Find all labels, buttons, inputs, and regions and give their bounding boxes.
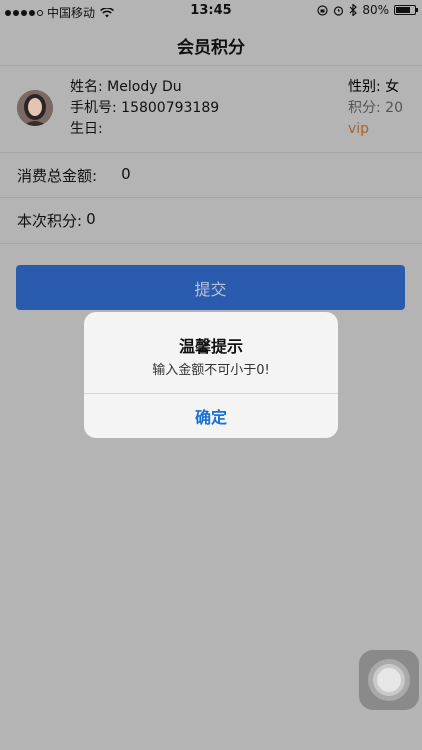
phone-row: 手机号: 15800793189	[70, 98, 219, 119]
name-label: 姓名:	[70, 79, 103, 95]
orientation-lock-icon	[317, 4, 328, 16]
birthday-label: 生日:	[70, 121, 103, 137]
member-name: Melody Du	[107, 79, 182, 95]
name-row: 姓名: Melody Du	[70, 77, 219, 98]
bluetooth-icon	[349, 4, 358, 16]
gender-row: 性别: 女	[348, 77, 403, 98]
alert-message: 输入金额不可小于0!	[152, 363, 270, 378]
birthday-row: 生日:	[70, 119, 219, 140]
nav-bar: 会员积分	[0, 22, 422, 66]
member-phone: 15800793189	[121, 100, 220, 116]
battery-icon	[394, 5, 418, 15]
alarm-icon	[334, 5, 344, 16]
member-right: 性别: 女 积分: 20 vip	[348, 77, 403, 140]
submit-button[interactable]: 提交	[16, 265, 405, 310]
member-points: 20	[385, 100, 403, 116]
member-level: vip	[348, 121, 370, 137]
page-title: 会员积分	[177, 38, 245, 58]
divider	[0, 197, 422, 198]
member-card: 姓名: Melody Du 手机号: 15800793189 生日: 性别: 女…	[0, 66, 422, 153]
divider	[0, 243, 422, 244]
phone-label: 手机号:	[70, 100, 117, 116]
assistive-touch-button[interactable]	[359, 650, 419, 710]
battery-percent: 80%	[362, 3, 389, 17]
total-amount-row: 消费总金额: 0	[17, 165, 131, 186]
total-amount-label: 消费总金额:	[17, 167, 98, 185]
current-points-row: 本次积分: 0	[17, 210, 96, 231]
avatar-image	[17, 90, 53, 126]
member-fields: 姓名: Melody Du 手机号: 15800793189 生日:	[70, 77, 219, 140]
confirm-button[interactable]: 确定	[84, 394, 338, 438]
points-row: 积分: 20	[348, 98, 403, 119]
status-bar: 中国移动 13:45 80%	[0, 0, 422, 22]
total-amount-input[interactable]: 0	[121, 165, 131, 186]
alert-title: 温馨提示	[178, 337, 243, 356]
status-right: 80%	[317, 3, 418, 17]
current-points-label: 本次积分:	[17, 212, 83, 230]
screen: 中国移动 13:45 80% 会员积分 姓名: Melody Du 手机号: 1…	[0, 0, 422, 750]
gender-label: 性别:	[348, 79, 381, 95]
member-gender: 女	[385, 79, 400, 95]
current-points-value: 0	[86, 210, 96, 228]
alert-dialog: 温馨提示 输入金额不可小于0! 确定	[84, 312, 338, 438]
avatar	[17, 90, 53, 126]
points-label: 积分:	[348, 100, 381, 116]
